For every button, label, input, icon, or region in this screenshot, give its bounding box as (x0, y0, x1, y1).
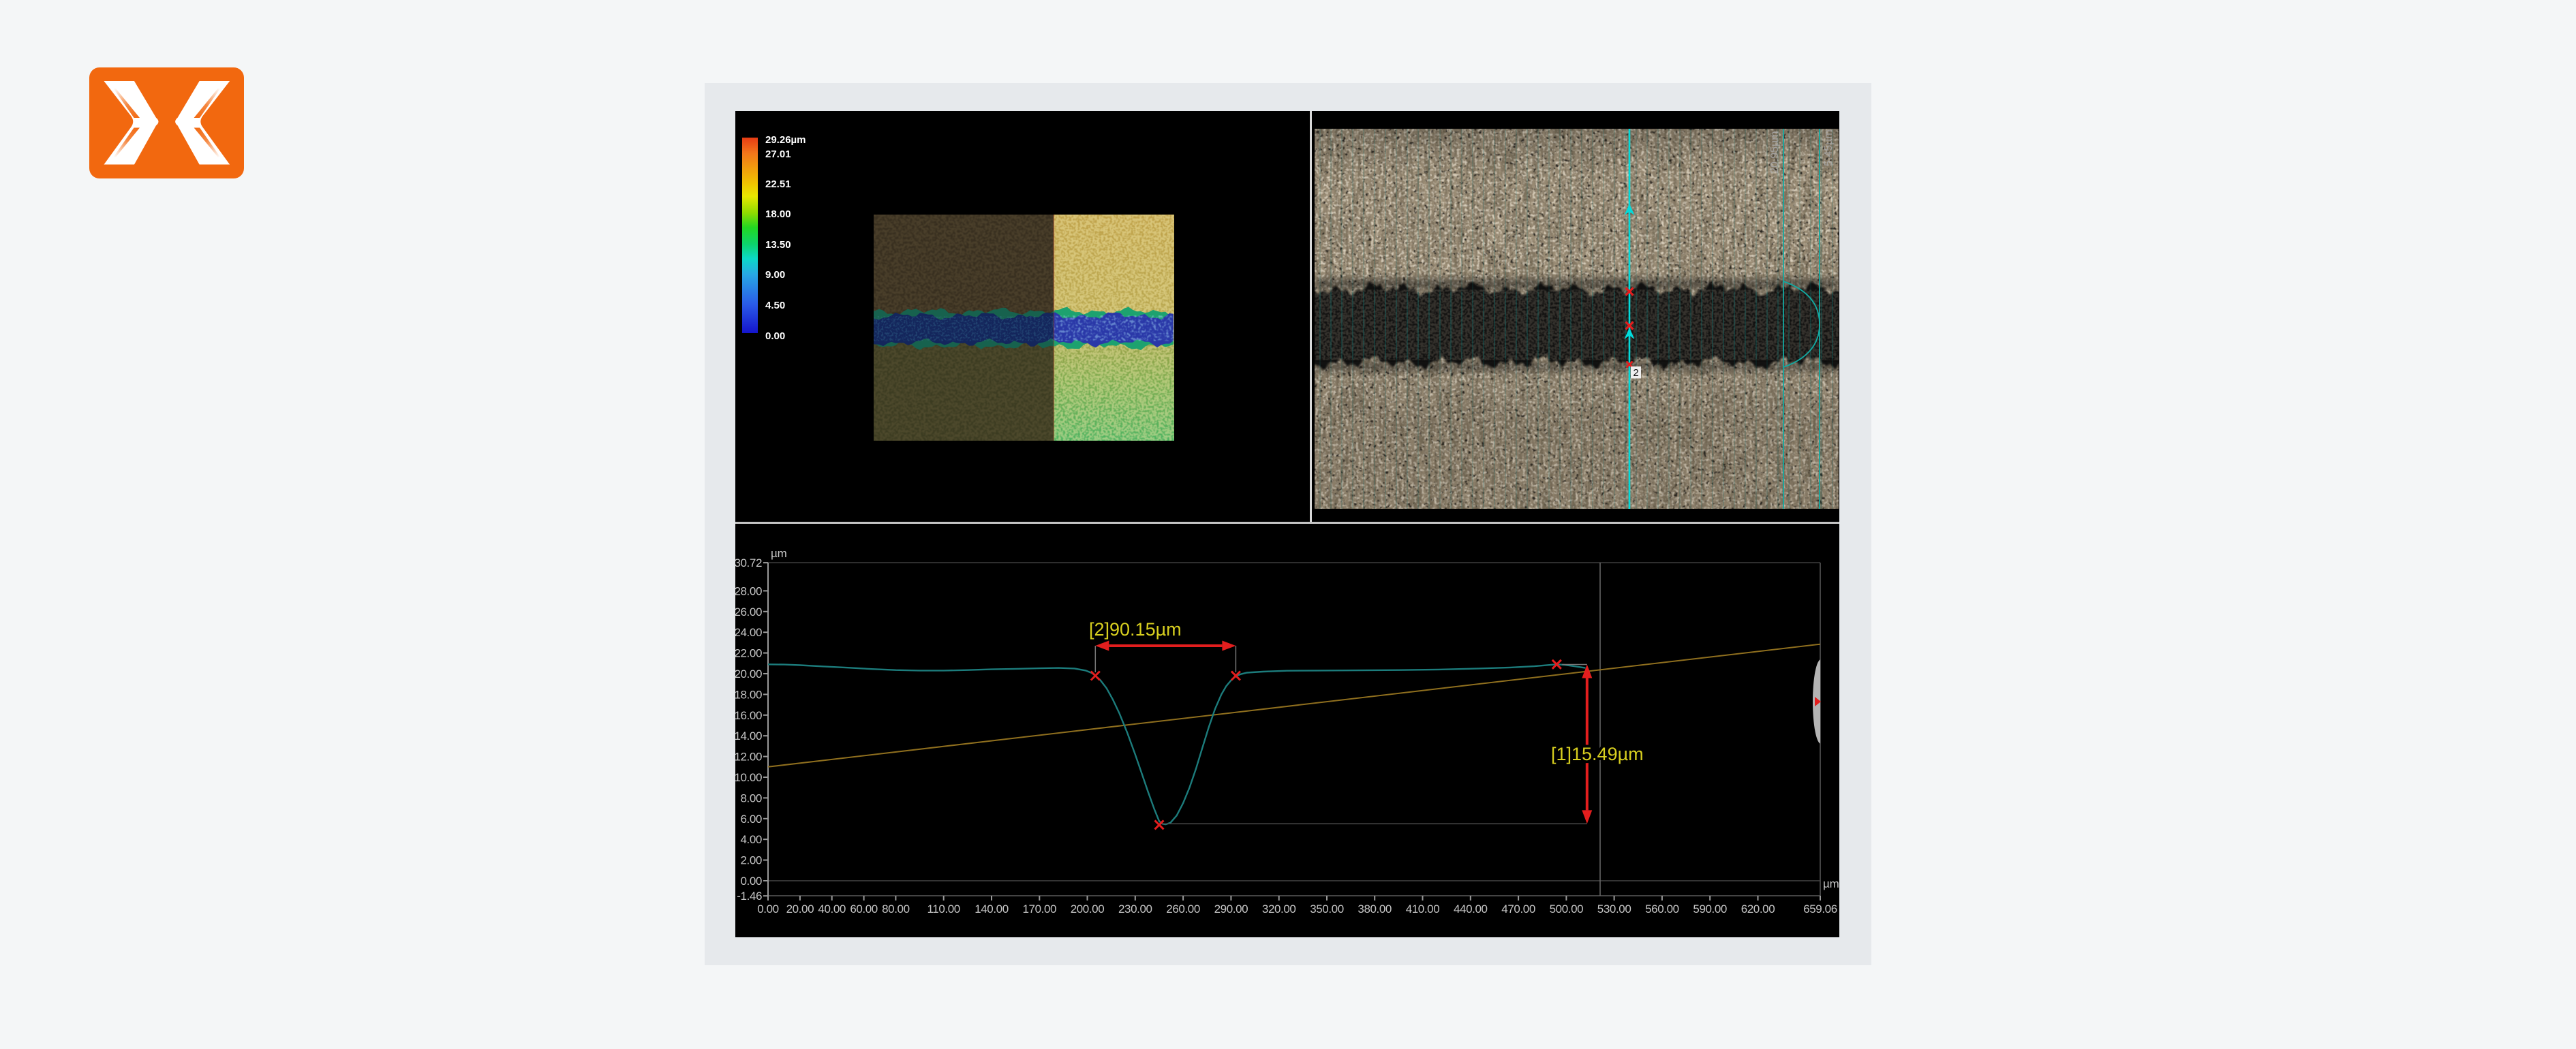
svg-text:60.00: 60.00 (850, 903, 878, 915)
svg-text:4.00: 4.00 (741, 833, 763, 846)
svg-text:200.00: 200.00 (1071, 903, 1105, 915)
svg-text:290.00: 290.00 (1214, 903, 1248, 915)
svg-text:18.00: 18.00 (765, 208, 791, 220)
svg-text:26.00: 26.00 (734, 606, 762, 619)
svg-text:620.00: 620.00 (1741, 903, 1775, 915)
svg-text:6.00: 6.00 (741, 813, 763, 826)
svg-text:µm: µm (771, 547, 787, 560)
svg-text:530.00: 530.00 (1597, 903, 1631, 915)
svg-text:230.00: 230.00 (1118, 903, 1152, 915)
svg-text:10.00: 10.00 (734, 771, 762, 784)
svg-text:16.00: 16.00 (734, 709, 762, 722)
svg-text:9.00: 9.00 (765, 269, 785, 281)
svg-text:0.00: 0.00 (741, 875, 763, 888)
svg-text:380.00: 380.00 (1358, 903, 1392, 915)
svg-text:22.00: 22.00 (734, 647, 762, 660)
svg-text:13.50: 13.50 (765, 239, 791, 251)
svg-text:560.00: 560.00 (1645, 903, 1679, 915)
svg-text:4.50: 4.50 (765, 300, 785, 311)
svg-text:40.00: 40.00 (818, 903, 846, 915)
svg-text:350.00: 350.00 (1310, 903, 1344, 915)
svg-text:260.00: 260.00 (1166, 903, 1200, 915)
svg-text:28.00: 28.00 (734, 584, 762, 597)
svg-text:659.06: 659.06 (1803, 903, 1837, 915)
svg-text:110.00: 110.00 (927, 903, 960, 915)
svg-text:12.00: 12.00 (734, 751, 762, 764)
svg-text:590.00: 590.00 (1693, 903, 1727, 915)
svg-text:24.00: 24.00 (734, 626, 762, 639)
svg-text:20.00: 20.00 (734, 668, 762, 680)
svg-text:29.26µm: 29.26µm (765, 134, 806, 146)
svg-text:2.00: 2.00 (741, 854, 763, 867)
svg-text:320.00: 320.00 (1262, 903, 1296, 915)
svg-text:30.72: 30.72 (734, 557, 762, 569)
svg-text:440.00: 440.00 (1454, 903, 1488, 915)
svg-text:20.00: 20.00 (786, 903, 814, 915)
svg-text:0.00: 0.00 (765, 330, 785, 342)
svg-text:14.00: 14.00 (734, 730, 762, 742)
svg-text:8.00: 8.00 (741, 792, 763, 804)
svg-text:2: 2 (1633, 367, 1638, 379)
svg-text:0.00: 0.00 (757, 903, 779, 915)
svg-text:5.45µm: 5.45µm (1823, 129, 1835, 166)
svg-text:140.00: 140.00 (975, 903, 1009, 915)
svg-text:470.00: 470.00 (1501, 903, 1535, 915)
svg-text:22.51: 22.51 (765, 178, 791, 190)
svg-text:500.00: 500.00 (1550, 903, 1584, 915)
svg-text:410.00: 410.00 (1406, 903, 1440, 915)
svg-text:-1.46: -1.46 (737, 890, 762, 903)
svg-text:27.01: 27.01 (765, 148, 791, 160)
svg-text:18.00: 18.00 (734, 688, 762, 701)
svg-text:µm: µm (1823, 877, 1839, 890)
svg-text:80.00: 80.00 (882, 903, 910, 915)
svg-text:[1]15.49µm: [1]15.49µm (1551, 744, 1644, 764)
svg-text:170.00: 170.00 (1022, 903, 1056, 915)
svg-text:20.95µm: 20.95µm (1769, 131, 1781, 174)
svg-text:[2]90.15µm: [2]90.15µm (1089, 619, 1182, 640)
